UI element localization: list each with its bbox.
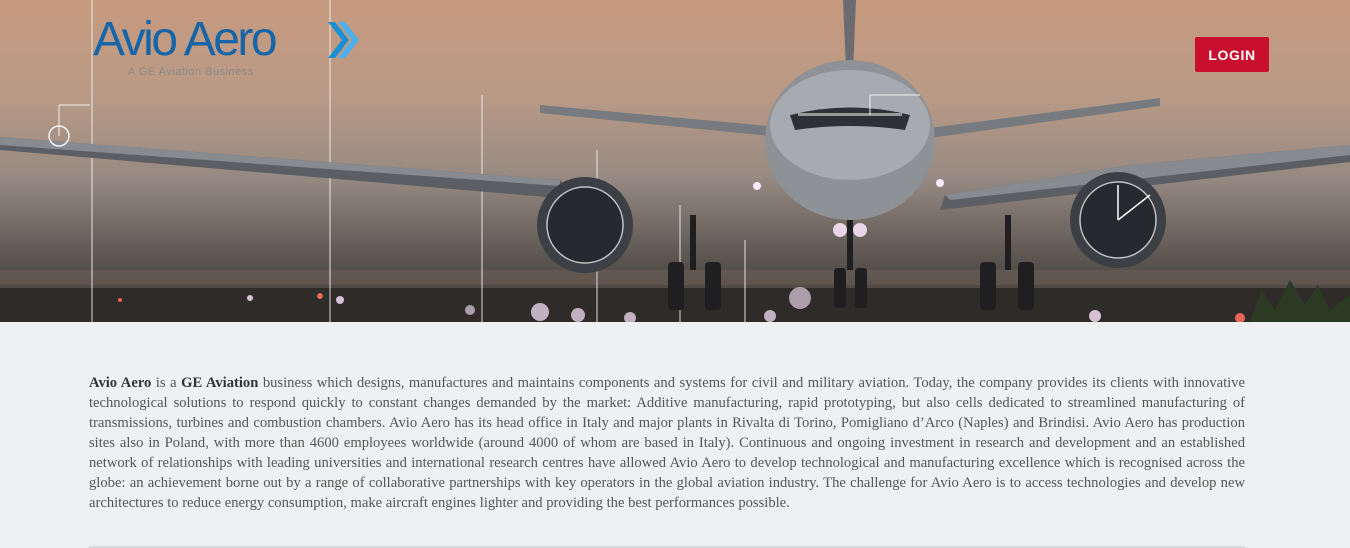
- logo-tagline: A GE Aviation Business: [128, 66, 254, 78]
- about-paragraph: Avio Aero is a GE Aviation business whic…: [89, 373, 1245, 513]
- logo-chevron-icon: [328, 22, 359, 58]
- company-name: Avio Aero: [89, 375, 152, 391]
- logo[interactable]: Avio Aero A GE Aviation Business: [93, 14, 373, 84]
- logo-brand-text: Avio Aero: [93, 13, 278, 66]
- parent-company-name: GE Aviation: [181, 375, 259, 391]
- about-text-part: is a: [151, 375, 182, 391]
- about-text-body: business which designs, manufactures and…: [89, 375, 1245, 511]
- about-section: Avio Aero is a GE Aviation business whic…: [89, 373, 1245, 513]
- login-button[interactable]: LOGIN: [1195, 37, 1269, 72]
- hero-banner: Avio Aero A GE Aviation Business LOGIN: [0, 0, 1350, 322]
